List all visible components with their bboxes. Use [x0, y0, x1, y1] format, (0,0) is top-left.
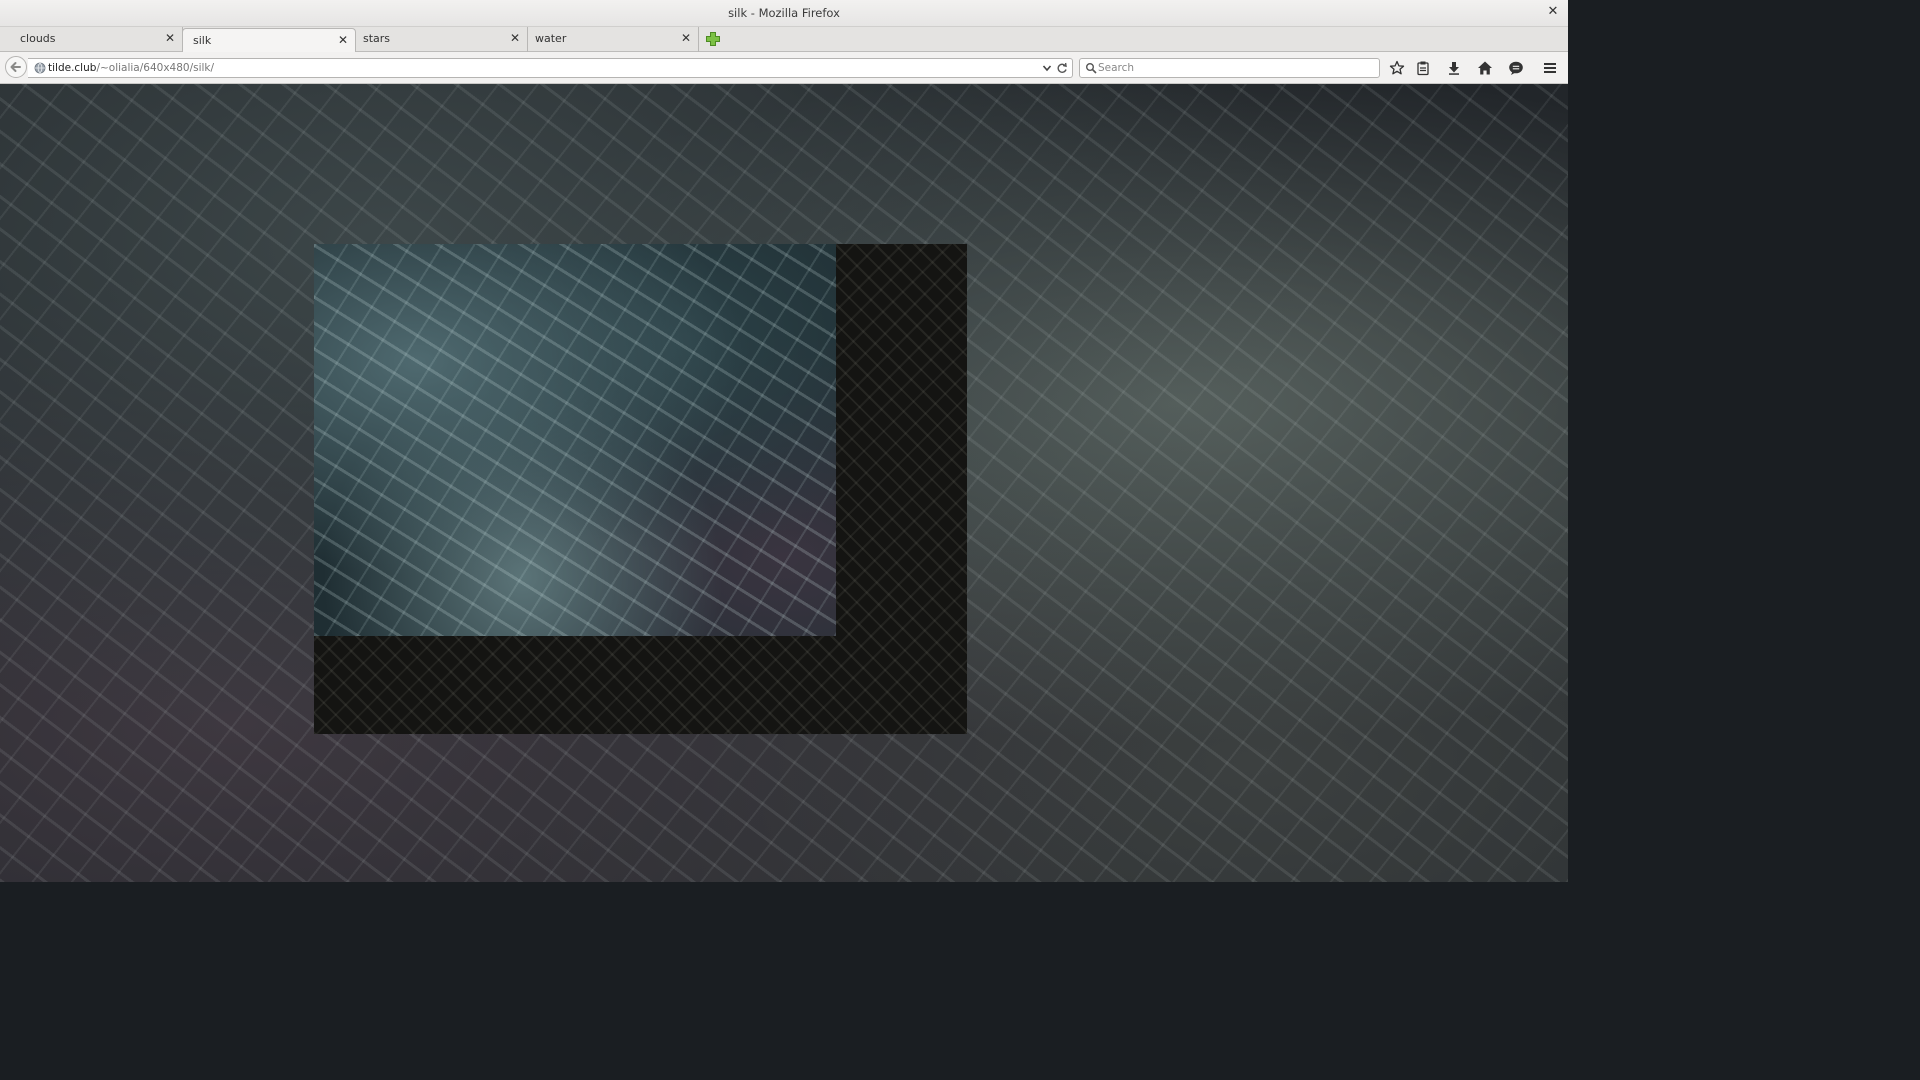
search-input[interactable]	[1098, 60, 1368, 76]
url-host: tilde.club	[48, 62, 97, 74]
clipboard-icon[interactable]	[1415, 60, 1431, 76]
window-close-button[interactable]: ✕	[1546, 5, 1560, 19]
navigation-toolbar: tilde.club/~olialia/640x480/silk/	[0, 52, 1568, 84]
search-bar[interactable]	[1079, 58, 1380, 78]
tab-label: clouds	[20, 32, 56, 45]
close-icon[interactable]: ✕	[338, 33, 348, 47]
page-content-silk-background	[0, 84, 1568, 882]
close-icon[interactable]: ✕	[165, 31, 175, 45]
url-path: /~olialia/640x480/silk/	[96, 62, 215, 74]
tab-silk[interactable]: silk ✕	[182, 28, 356, 53]
reload-icon[interactable]	[1056, 62, 1068, 74]
tab-clouds[interactable]: clouds ✕	[0, 27, 183, 52]
search-icon[interactable]	[1085, 62, 1097, 74]
silk-video[interactable]	[314, 244, 836, 636]
globe-icon[interactable]	[34, 62, 46, 74]
close-icon[interactable]: ✕	[510, 31, 520, 45]
tab-strip: clouds ✕ silk ✕ stars ✕ water ✕	[0, 27, 1568, 53]
window-titlebar: silk - Mozilla Firefox ✕	[0, 0, 1568, 27]
star-icon[interactable]	[1389, 60, 1405, 76]
home-icon[interactable]	[1477, 60, 1493, 76]
tab-label: stars	[363, 32, 391, 45]
url-text[interactable]: tilde.club/~olialia/640x480/silk/	[48, 62, 214, 74]
plus-icon[interactable]	[705, 31, 721, 47]
url-bar[interactable]: tilde.club/~olialia/640x480/silk/	[28, 58, 1073, 78]
chevron-down-icon[interactable]	[1042, 63, 1052, 73]
tab-stars[interactable]: stars ✕	[357, 27, 528, 52]
close-icon[interactable]: ✕	[681, 31, 691, 45]
hamburger-menu-icon[interactable]	[1542, 60, 1558, 76]
download-arrow-icon[interactable]	[1446, 60, 1462, 76]
window-title: silk - Mozilla Firefox	[728, 6, 840, 20]
chat-bubble-icon[interactable]	[1508, 60, 1524, 76]
tab-water[interactable]: water ✕	[528, 27, 699, 52]
back-button[interactable]	[5, 56, 27, 78]
tab-label: water	[535, 32, 567, 45]
silk-frame-panel	[314, 244, 967, 734]
tab-label: silk	[193, 34, 212, 47]
back-arrow-icon	[10, 62, 21, 72]
